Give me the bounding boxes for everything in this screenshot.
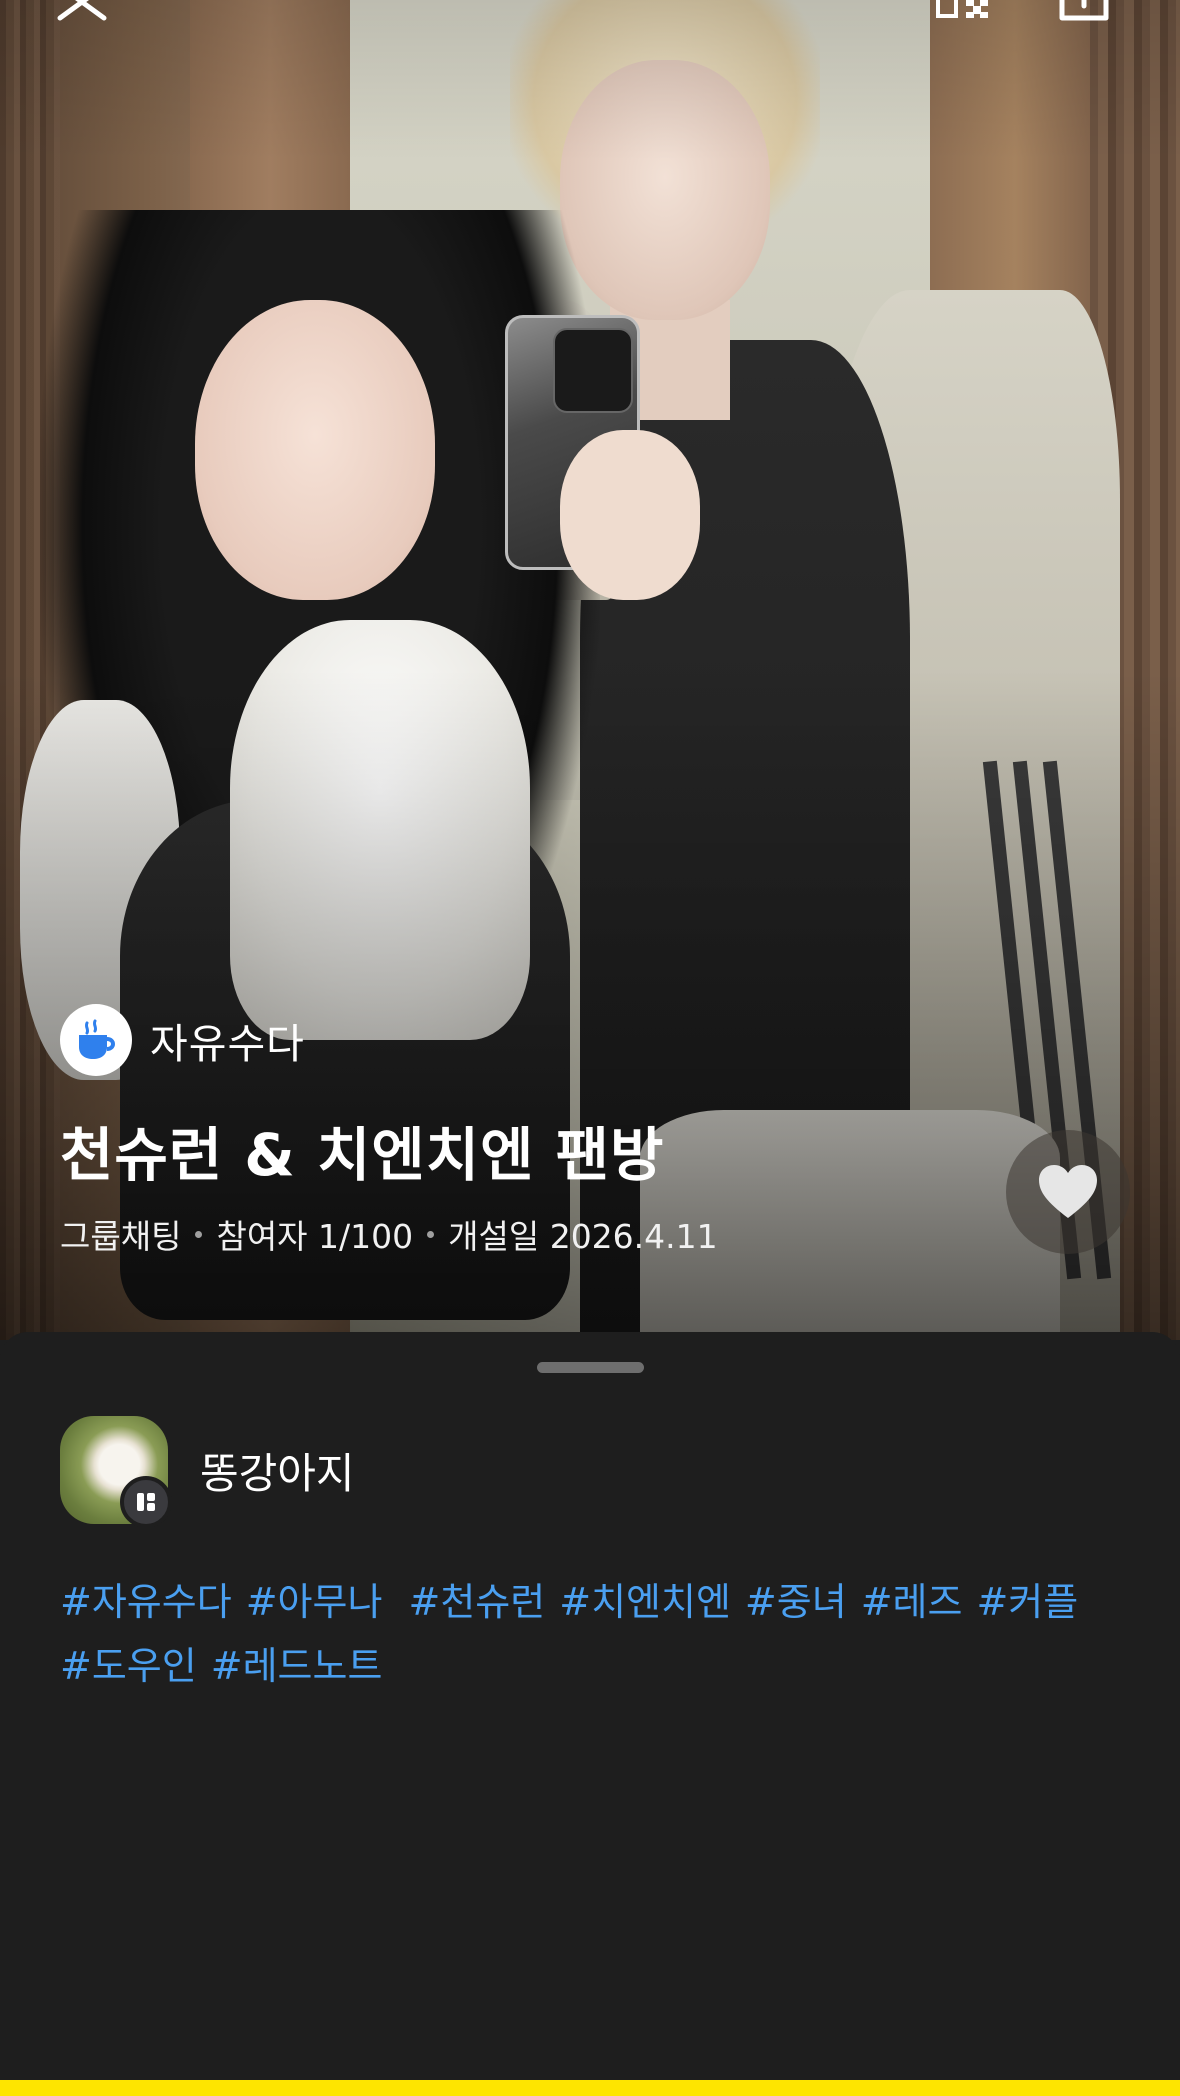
- room-owner[interactable]: 똥강아지: [60, 1416, 355, 1528]
- participant-count: 참여자 1/100: [216, 1217, 414, 1256]
- category-label: 자유수다: [150, 1020, 305, 1068]
- hashtag[interactable]: #레드노트: [211, 1644, 383, 1688]
- hashtag[interactable]: #아무나: [246, 1580, 395, 1624]
- heart-icon: [1039, 1165, 1097, 1218]
- host-badge: [120, 1476, 172, 1528]
- hashtag[interactable]: #자유수다: [60, 1580, 232, 1624]
- host-badge-icon: [137, 1493, 155, 1511]
- join-button[interactable]: [0, 2080, 1180, 2096]
- room-category: 자유수다: [60, 1004, 305, 1076]
- avatar[interactable]: [60, 1416, 172, 1528]
- hashtag[interactable]: #치엔치엔: [559, 1580, 731, 1624]
- close-button[interactable]: [52, 0, 116, 26]
- hashtag[interactable]: #레즈: [861, 1580, 963, 1624]
- room-info-sheet: 똥강아지 #자유수다 #아무나 #천슈런 #치엔치엔 #중녀 #레즈 #커플 #도우인 #레드…: [0, 1332, 1180, 2080]
- hashtag[interactable]: #천슈런: [409, 1580, 546, 1624]
- sheet-handle[interactable]: [537, 1362, 644, 1373]
- separator-dot: [427, 1230, 435, 1238]
- created-date: 개설일 2026.4.11: [448, 1217, 718, 1256]
- qr-code-button[interactable]: [936, 0, 996, 30]
- share-icon: [1059, 0, 1109, 21]
- hashtag-list: #자유수다 #아무나 #천슈런 #치엔치엔 #중녀 #레즈 #커플 #도우인 #레드노트: [60, 1570, 1140, 1698]
- coffee-cup-icon: [79, 1019, 115, 1059]
- close-icon: [57, 0, 107, 21]
- room-title: 천슈런 & 치엔치엔 팬방: [60, 1121, 665, 1189]
- share-button[interactable]: [1054, 0, 1114, 30]
- category-badge: [60, 1004, 132, 1076]
- qr-code-icon: [936, 0, 988, 18]
- top-bar: [0, 0, 1180, 40]
- like-button[interactable]: [1006, 1130, 1130, 1254]
- separator-dot: [195, 1230, 203, 1238]
- room-type: 그룹채팅: [60, 1217, 182, 1256]
- hashtag[interactable]: #중녀: [745, 1580, 847, 1624]
- owner-nickname: 똥강아지: [200, 1448, 355, 1498]
- hashtag[interactable]: #도우인: [60, 1644, 197, 1688]
- room-meta: 그룹채팅 참여자 1/100 개설일 2026.4.11: [60, 1210, 718, 1258]
- hashtag[interactable]: #커플: [976, 1580, 1078, 1624]
